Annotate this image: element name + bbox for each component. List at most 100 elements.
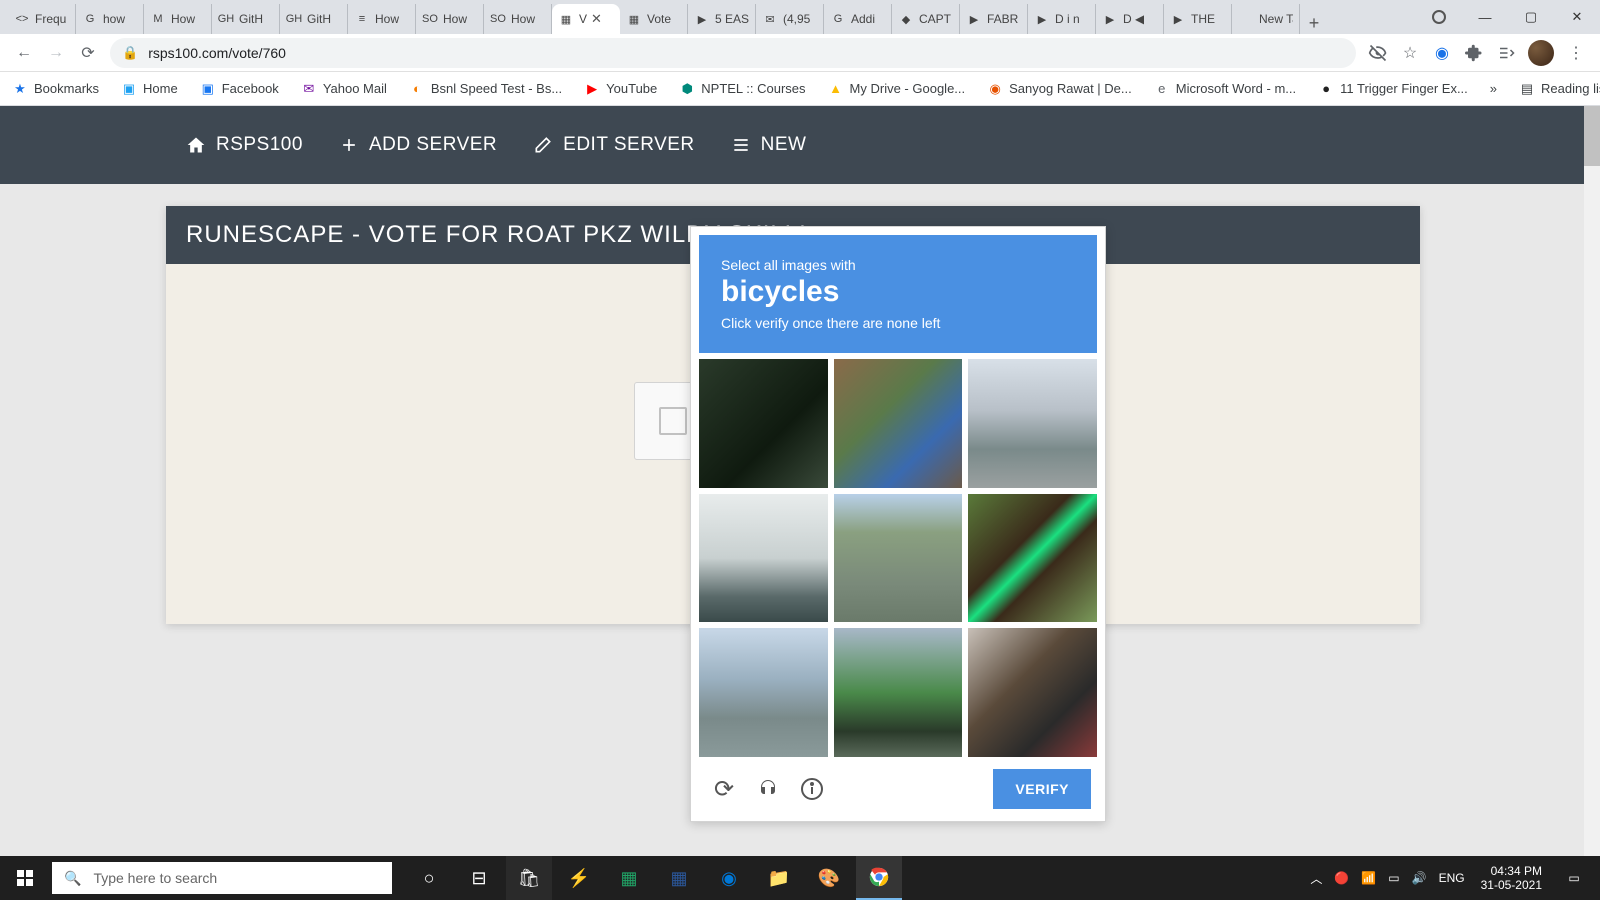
store-icon[interactable]: 🛍	[506, 856, 552, 900]
eye-off-icon[interactable]	[1368, 43, 1388, 63]
browser-tab-9[interactable]: ▦Vote	[620, 4, 688, 34]
profile-avatar[interactable]	[1528, 40, 1554, 66]
bookmark-1[interactable]: ▣Home	[121, 81, 178, 97]
chrome-icon[interactable]	[856, 856, 902, 900]
browser-tab-2[interactable]: MHow	[144, 4, 212, 34]
tray-security-icon[interactable]: 🔴	[1328, 871, 1355, 885]
tray-volume-icon[interactable]: 🔊	[1406, 871, 1433, 885]
app-icon-1[interactable]: ⚡	[556, 856, 602, 900]
nav-edit-server[interactable]: EDIT SERVER	[533, 134, 695, 156]
reading-list-toggle-icon[interactable]	[1496, 43, 1516, 63]
bookmark-0[interactable]: ★Bookmarks	[12, 81, 99, 97]
browser-tab-17[interactable]: ▶THE	[1164, 4, 1232, 34]
paint-icon[interactable]: 🎨	[806, 856, 852, 900]
star-icon[interactable]: ☆	[1400, 43, 1420, 63]
tray-language[interactable]: ENG	[1433, 871, 1471, 885]
back-button[interactable]: ←	[8, 37, 40, 69]
browser-tab-18[interactable]: New Tab	[1232, 4, 1300, 34]
excel-icon[interactable]: ▦	[606, 856, 652, 900]
explorer-icon[interactable]: 📁	[756, 856, 802, 900]
tab-label: D ◀	[1123, 12, 1144, 26]
cortana-icon[interactable]: ○	[406, 856, 452, 900]
browser-tab-7[interactable]: SOHow	[484, 4, 552, 34]
browser-tab-8[interactable]: ▦V✕	[552, 4, 620, 34]
bookmark-2[interactable]: ▣Facebook	[200, 81, 279, 97]
browser-tab-15[interactable]: ▶D i n	[1028, 4, 1096, 34]
browser-tab-5[interactable]: ≡How	[348, 4, 416, 34]
captcha-tile-8[interactable]	[834, 628, 963, 757]
start-button[interactable]	[0, 856, 50, 900]
tab-label: CAPT	[919, 12, 951, 26]
taskbar-search[interactable]: 🔍 Type here to search	[52, 862, 392, 894]
browser-tab-14[interactable]: ▶FABR	[960, 4, 1028, 34]
bookmark-10[interactable]: ●11 Trigger Finger Ex...	[1318, 81, 1468, 97]
favicon-icon: SO	[490, 11, 506, 27]
address-bar[interactable]: 🔒 rsps100.com/vote/760	[110, 38, 1356, 68]
browser-tab-11[interactable]: ✉(4,95	[756, 4, 824, 34]
edge-icon[interactable]: ◉	[706, 856, 752, 900]
word-icon[interactable]: ▦	[656, 856, 702, 900]
audio-challenge-icon[interactable]	[749, 770, 787, 808]
task-view-icon[interactable]: ⊟	[456, 856, 502, 900]
recaptcha-checkbox[interactable]	[659, 407, 687, 435]
bookmark-7[interactable]: ▲My Drive - Google...	[828, 81, 966, 97]
nav-new[interactable]: NEW	[731, 134, 807, 156]
browser-tab-3[interactable]: GHGitH	[212, 4, 280, 34]
captcha-tile-7[interactable]	[699, 628, 828, 757]
extensions-icon[interactable]	[1464, 43, 1484, 63]
bookmark-5[interactable]: ▶YouTube	[584, 81, 657, 97]
close-tab-icon[interactable]: ✕	[591, 11, 602, 27]
account-circle-icon[interactable]	[1416, 0, 1462, 34]
captcha-tile-1[interactable]	[699, 359, 828, 488]
bookmark-label: My Drive - Google...	[850, 81, 966, 96]
action-center-icon[interactable]: ▭	[1552, 856, 1596, 900]
nav-label: ADD SERVER	[369, 134, 497, 156]
bookmark-9[interactable]: eMicrosoft Word - m...	[1154, 81, 1296, 97]
info-icon[interactable]	[793, 770, 831, 808]
tray-chevron-icon[interactable]: ︿	[1304, 870, 1328, 887]
tab-label: GitH	[239, 12, 263, 26]
browser-tab-10[interactable]: ▶5 EAS	[688, 4, 756, 34]
bookmark-8[interactable]: ◉Sanyog Rawat | De...	[987, 81, 1132, 97]
bookmark-4[interactable]: ◐Bsnl Speed Test - Bs...	[409, 81, 562, 97]
reading-list-button[interactable]: ▤Reading list	[1519, 81, 1600, 97]
browser-tab-0[interactable]: <>Frequ	[8, 4, 76, 34]
browser-tab-6[interactable]: SOHow	[416, 4, 484, 34]
reload-button[interactable]: ⟳	[72, 37, 104, 69]
captcha-tile-6[interactable]	[968, 494, 1097, 623]
browser-tab-1[interactable]: Ghow	[76, 4, 144, 34]
browser-tab-13[interactable]: ◆CAPT	[892, 4, 960, 34]
account-icon[interactable]: ◉	[1432, 43, 1452, 63]
nav-rsps100[interactable]: RSPS100	[186, 134, 303, 156]
reload-challenge-icon[interactable]: ⟳	[705, 770, 743, 808]
bookmark-label: Sanyog Rawat | De...	[1009, 81, 1132, 96]
bookmark-3[interactable]: ✉Yahoo Mail	[301, 81, 387, 97]
tab-label: Frequ	[35, 12, 66, 26]
browser-tab-4[interactable]: GHGitH	[280, 4, 348, 34]
tray-wifi-icon[interactable]: 📶	[1355, 871, 1382, 885]
nav-add-server[interactable]: ADD SERVER	[339, 134, 497, 156]
tray-battery-icon[interactable]: ▭	[1382, 871, 1405, 885]
site-navbar: RSPS100 ADD SERVER EDIT SERVER NEW	[0, 106, 1600, 184]
tab-label: THE	[1191, 12, 1215, 26]
favicon-icon: ▶	[1034, 11, 1050, 27]
browser-tab-12[interactable]: GAddi	[824, 4, 892, 34]
captcha-tile-4[interactable]	[699, 494, 828, 623]
tab-label: Vote	[647, 12, 671, 26]
captcha-tile-2[interactable]	[834, 359, 963, 488]
close-window-button[interactable]: ✕	[1554, 0, 1600, 34]
captcha-tile-9[interactable]	[968, 628, 1097, 757]
bookmark-6[interactable]: ⬢NPTEL :: Courses	[679, 81, 805, 97]
vertical-scrollbar[interactable]	[1584, 106, 1600, 856]
captcha-tile-3[interactable]	[968, 359, 1097, 488]
new-tab-button[interactable]: +	[1300, 13, 1328, 34]
forward-button[interactable]: →	[40, 37, 72, 69]
menu-icon[interactable]: ⋮	[1566, 43, 1586, 63]
captcha-tile-5[interactable]	[834, 494, 963, 623]
maximize-button[interactable]: ▢	[1508, 0, 1554, 34]
tray-clock[interactable]: 04:34 PM 31-05-2021	[1471, 864, 1552, 893]
bookmark-overflow[interactable]: »	[1490, 81, 1497, 96]
browser-tab-16[interactable]: ▶D ◀	[1096, 4, 1164, 34]
minimize-button[interactable]: —	[1462, 0, 1508, 34]
verify-button[interactable]: VERIFY	[993, 769, 1091, 809]
